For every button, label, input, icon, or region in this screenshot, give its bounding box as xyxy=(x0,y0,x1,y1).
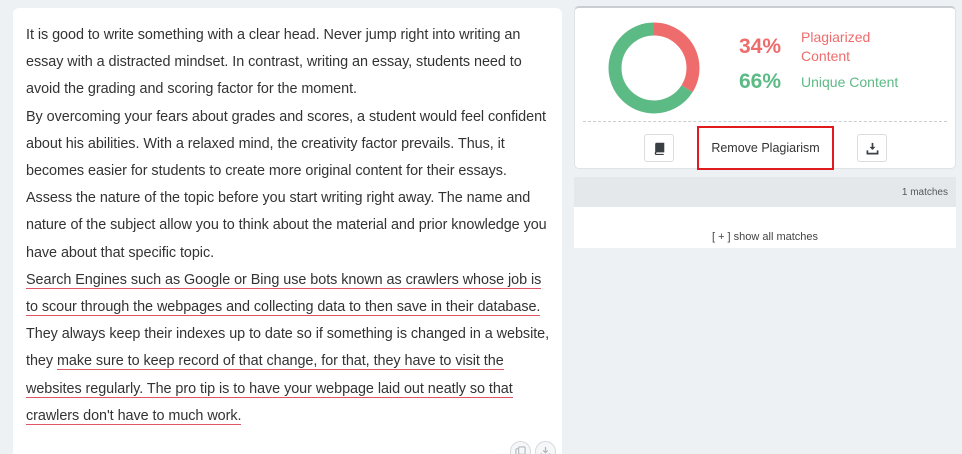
plagiarism-donut-chart xyxy=(608,22,700,114)
plagiarized-label: Plagiarized Content xyxy=(801,29,871,64)
plagiarized-sentence[interactable]: Search Engines such as Google or Bing us… xyxy=(26,271,541,317)
matches-header: 1 matches xyxy=(574,177,956,207)
essay-paragraph: Assess the nature of the topic before yo… xyxy=(26,185,550,267)
essay-sentence: It is good to write something with a cle… xyxy=(26,27,522,98)
essay-sentence: Assess the nature of the topic before yo… xyxy=(26,190,547,261)
copy-button[interactable] xyxy=(510,441,531,454)
book-button[interactable] xyxy=(644,134,674,162)
essay-sentence: By overcoming your fears about grades an… xyxy=(26,108,546,180)
plagiarized-percent: 34% xyxy=(739,35,782,58)
plagiarized-stat: 34% Plagiarized Content xyxy=(739,28,901,66)
unique-label: Unique Content xyxy=(801,73,899,90)
plagiarized-sentence[interactable]: make sure to keep record of that change,… xyxy=(26,353,513,425)
essay-paragraph: By overcoming your fears about grades an… xyxy=(26,104,550,186)
matches-panel: 1 matches [ + ] show all matches xyxy=(574,177,956,248)
show-all-matches-link[interactable]: [ + ] show all matches xyxy=(574,231,956,243)
download-report-button[interactable] xyxy=(857,134,887,162)
book-icon xyxy=(654,142,664,155)
essay-tools xyxy=(510,441,556,454)
unique-percent: 66% xyxy=(739,70,782,93)
essay-panel: It is good to write something with a cle… xyxy=(13,8,562,454)
essay-text[interactable]: It is good to write something with a cle… xyxy=(26,22,550,430)
copy-icon xyxy=(515,446,526,454)
result-card: 34% Plagiarized Content 66% Unique Conte… xyxy=(574,6,956,170)
card-divider xyxy=(583,121,947,122)
remove-plagiarism-button[interactable]: Remove Plagiarism xyxy=(697,126,834,170)
unique-stat: 66% Unique Content xyxy=(739,70,901,94)
download-icon xyxy=(540,446,551,454)
download-icon xyxy=(866,142,878,154)
essay-paragraph: Search Engines such as Google or Bing us… xyxy=(26,267,550,430)
matches-count: 1 matches xyxy=(901,186,948,198)
download-text-button[interactable] xyxy=(535,441,556,454)
essay-paragraph: It is good to write something with a cle… xyxy=(26,22,550,104)
